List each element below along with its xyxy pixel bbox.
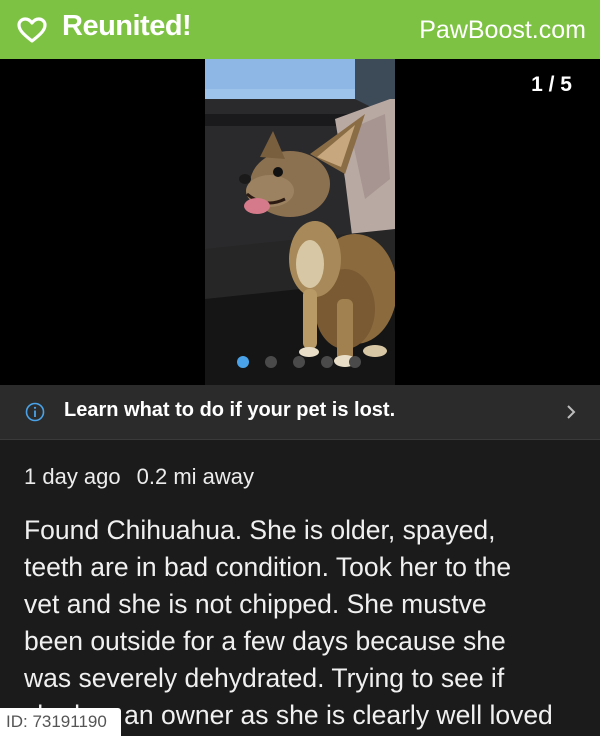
carousel-dot[interactable] xyxy=(349,356,361,368)
carousel-dot[interactable] xyxy=(265,356,277,368)
carousel-dot[interactable] xyxy=(321,356,333,368)
info-icon xyxy=(25,402,45,422)
photo-counter: 1 / 5 xyxy=(531,73,572,96)
post-id-tag: ID: 73191190 xyxy=(0,708,121,736)
carousel-dot[interactable] xyxy=(293,356,305,368)
banner-title: Reunited! xyxy=(62,10,192,42)
reunited-banner: Reunited! PawBoost.com xyxy=(0,0,600,59)
post-description: Found Chihuahua. She is older, spayed, t… xyxy=(24,515,553,730)
distance: 0.2 mi away xyxy=(136,464,255,489)
pet-photo[interactable] xyxy=(205,59,395,385)
chevron-right-icon xyxy=(567,405,576,419)
post-meta: 1 day ago 0.2 mi away xyxy=(24,464,254,490)
lost-pet-help-link[interactable]: Learn what to do if your pet is lost. xyxy=(0,385,600,440)
heart-icon xyxy=(17,17,47,43)
brand-link[interactable]: PawBoost.com xyxy=(419,16,586,45)
carousel-dots[interactable] xyxy=(237,356,361,368)
info-text: Learn what to do if your pet is lost. xyxy=(64,399,396,421)
posted-time: 1 day ago xyxy=(24,464,121,489)
photo-viewer[interactable]: 1 / 5 xyxy=(0,59,600,385)
carousel-dot[interactable] xyxy=(237,356,249,368)
